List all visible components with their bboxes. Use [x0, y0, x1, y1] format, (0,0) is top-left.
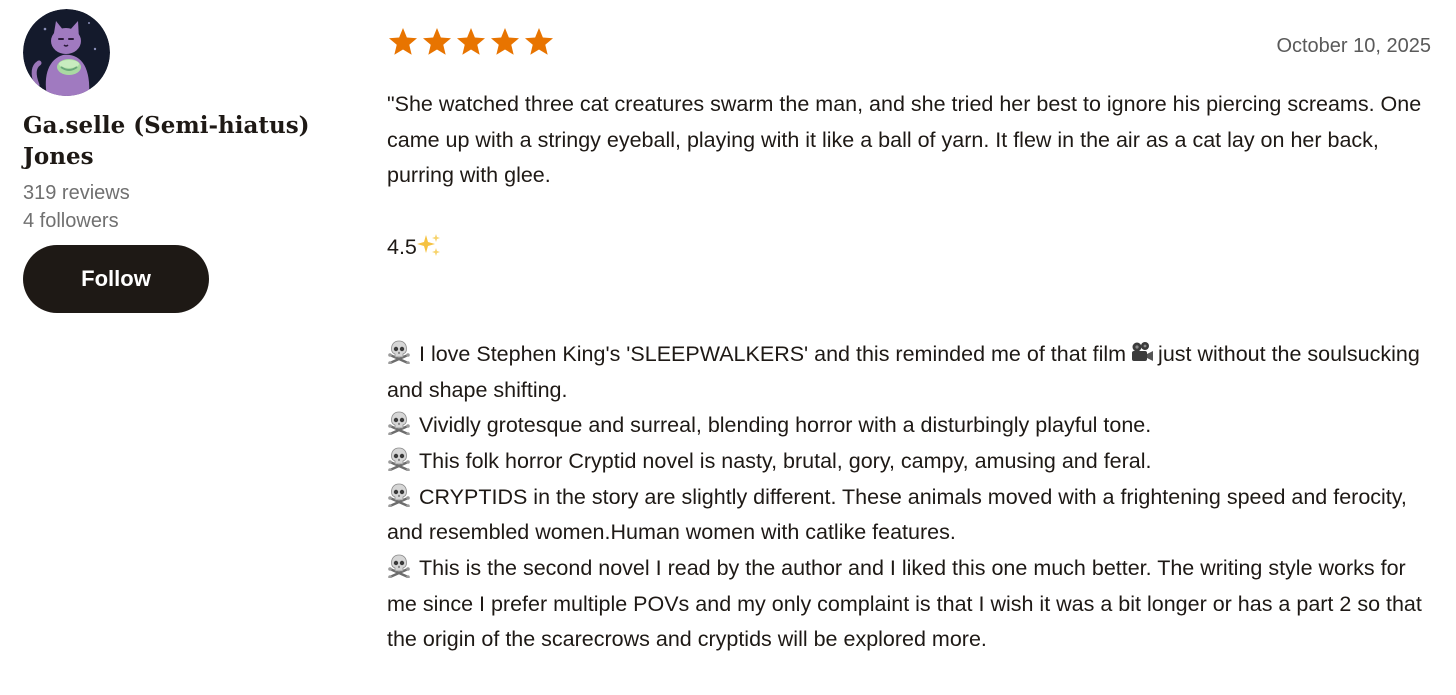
- rating-row: October 10, 2025: [387, 26, 1437, 66]
- skull-crossbones-icon: [387, 483, 411, 507]
- review-bullet-text-before: I love Stephen King's 'SLEEPWALKERS' and…: [419, 341, 1127, 366]
- star-icon: [491, 28, 519, 55]
- star-icon: [525, 28, 553, 55]
- star-icon: [457, 28, 485, 55]
- reviewer-stats: 319 reviews 4 followers: [23, 179, 323, 235]
- purple-cat-avatar-icon[interactable]: [23, 9, 110, 96]
- review-bullet: This folk horror Cryptid novel is nasty,…: [387, 444, 1437, 480]
- skull-crossbones-icon: [387, 554, 411, 579]
- follow-button[interactable]: Follow: [23, 245, 209, 313]
- skull-crossbones-icon: [387, 411, 411, 436]
- review-body: "She watched three cat creatures swarm t…: [387, 87, 1437, 658]
- review-score: 4.5: [387, 230, 1437, 266]
- reviewer-panel: Ga.selle (Semi-hiatus) Jones 319 reviews…: [23, 9, 323, 313]
- review-bullet-text: Vividly grotesque and surreal, blending …: [419, 413, 1152, 438]
- sparkles-icon: [416, 233, 441, 257]
- review-bullet: This is the second novel I read by the a…: [387, 551, 1437, 658]
- star-icon: [389, 28, 417, 55]
- review-card: October 10, 2025 "She watched three cat …: [387, 26, 1437, 658]
- review-bullet: CRYPTIDS in the story are slightly diffe…: [387, 480, 1437, 551]
- reviewer-name[interactable]: Ga.selle (Semi-hiatus) Jones: [23, 110, 323, 172]
- review-bullet-text: This folk horror Cryptid novel is nasty,…: [419, 448, 1152, 473]
- review-bullet: I love Stephen King's 'SLEEPWALKERS' and…: [387, 337, 1437, 408]
- reviewer-name-line2[interactable]: Jones: [23, 141, 323, 172]
- reviews-count: 319 reviews: [23, 182, 130, 204]
- review-score-text: 4.5: [387, 235, 417, 260]
- reviewer-name-line1[interactable]: Ga.selle (Semi-hiatus): [23, 110, 323, 141]
- followers-count: 4 followers: [23, 210, 119, 232]
- review-quote: "She watched three cat creatures swarm t…: [387, 92, 1422, 188]
- review-bullet-text: This is the second novel I read by the a…: [387, 556, 1422, 652]
- star-icon: [423, 28, 451, 55]
- review-bullet-text: CRYPTIDS in the story are slightly diffe…: [387, 484, 1407, 545]
- skull-crossbones-icon: [387, 340, 411, 364]
- review-bullet: Vividly grotesque and surreal, blending …: [387, 408, 1437, 444]
- review-bullet-list: I love Stephen King's 'SLEEPWALKERS' and…: [387, 337, 1437, 658]
- movie-camera-icon: [1130, 340, 1154, 364]
- review-date[interactable]: October 10, 2025: [1276, 35, 1431, 58]
- skull-crossbones-icon: [387, 447, 411, 471]
